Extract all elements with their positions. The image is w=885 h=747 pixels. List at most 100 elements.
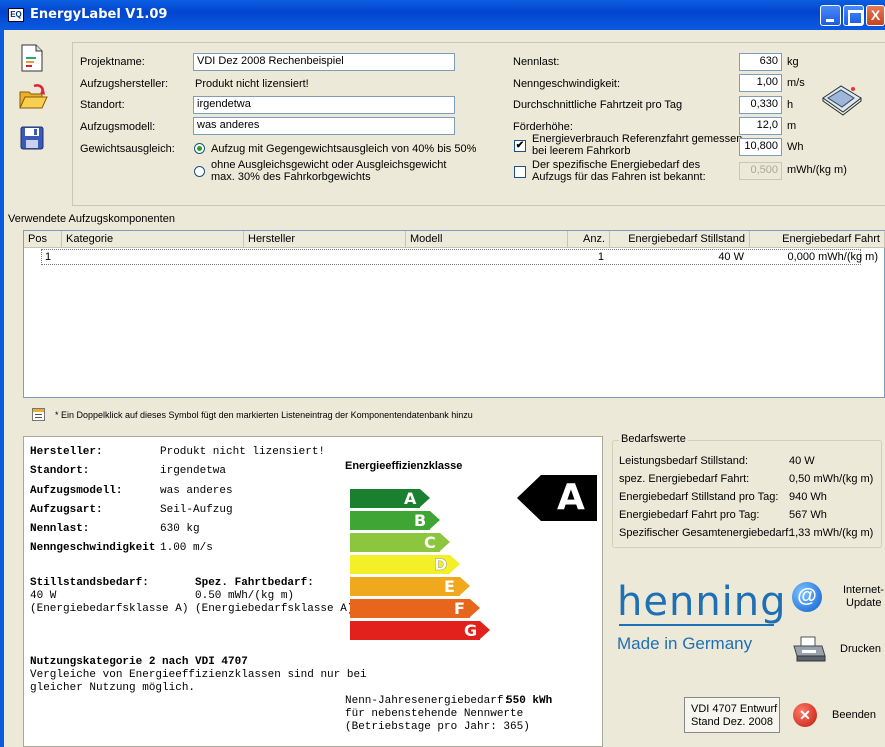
summary-manufacturer-value: Produkt nicht lizensiert! xyxy=(160,446,326,458)
efficiency-class-e-letter: E xyxy=(444,577,455,596)
traveltime-input[interactable]: 0,330 xyxy=(739,96,782,114)
column-hersteller[interactable]: Hersteller xyxy=(244,231,406,248)
specific-energy-checkbox[interactable] xyxy=(514,166,526,178)
efficiency-title: Energieeffizienzklasse xyxy=(345,460,463,472)
summary-travel-class: (Energiebedarfsklasse A) xyxy=(195,603,354,615)
requirement-label: Energiebedarf Stillstand pro Tag: xyxy=(619,491,779,503)
requirement-label: Energiebedarf Fahrt pro Tag: xyxy=(619,509,760,521)
save-disk-icon[interactable] xyxy=(20,126,48,154)
location-input[interactable]: irgendetwa xyxy=(193,96,455,114)
efficiency-rating-arrow: A xyxy=(517,475,597,521)
requirement-label: spez. Energiebedarf Fahrt: xyxy=(619,473,750,485)
model-label: Aufzugsmodell: xyxy=(80,121,156,133)
reference-trip-input[interactable]: 10,800 xyxy=(739,138,782,156)
summary-speed-label: Nenngeschwindigkeit xyxy=(30,542,156,554)
load-input[interactable]: 630 xyxy=(739,53,782,71)
close-button[interactable]: X xyxy=(866,5,885,26)
summary-type-label: Aufzugsart: xyxy=(30,504,103,516)
minimize-button[interactable] xyxy=(820,5,841,26)
requirement-value: 40 W xyxy=(789,455,815,467)
efficiency-class-e-bar: E xyxy=(350,577,470,596)
summary-load-value: 630 kg xyxy=(160,523,200,535)
column-energy-standby[interactable]: Energiebedarf Stillstand xyxy=(610,231,750,248)
reference-trip-unit: Wh xyxy=(787,141,804,153)
window-frame xyxy=(0,30,4,747)
database-add-icon[interactable] xyxy=(32,408,45,421)
height-unit: m xyxy=(787,120,797,132)
specific-energy-label-line2: Aufzugs für das Fahren ist bekannt: xyxy=(532,171,706,183)
vdi-standard-line2: Stand Dez. 2008 xyxy=(691,716,773,728)
henning-logo: henning Made in Germany xyxy=(617,580,786,660)
summary-manufacturer-label: Hersteller: xyxy=(30,446,103,458)
balance-option2-line1: ohne Ausgleichsgewicht oder Ausgleichsge… xyxy=(211,159,447,171)
reference-trip-checkbox[interactable]: ✔ xyxy=(514,140,526,152)
column-modell[interactable]: Modell xyxy=(406,231,568,248)
height-label: Förderhöhe: xyxy=(513,121,573,133)
load-label: Nennlast: xyxy=(513,56,560,68)
summary-type-value: Seil-Aufzug xyxy=(160,504,233,516)
components-list[interactable]: Pos Kategorie Hersteller Modell Anz. Ene… xyxy=(23,230,885,398)
balance-counterweight-radio[interactable] xyxy=(194,143,205,154)
column-pos[interactable]: Pos xyxy=(24,231,62,248)
requirement-value: 567 Wh xyxy=(789,509,827,521)
calculator-icon[interactable] xyxy=(819,82,863,116)
column-energy-travel[interactable]: Energiebedarf Fahrt xyxy=(750,231,885,248)
annual-energy-note1: für nebenstehende Nennwerte xyxy=(345,708,524,720)
usage-category-note-line1: Vergleiche von Energieeffizienzklassen s… xyxy=(30,669,367,681)
efficiency-class-a-bar: A xyxy=(350,489,430,508)
project-name-input[interactable]: VDI Dez 2008 Rechenbeispiel xyxy=(193,53,455,71)
balance-none-radio[interactable] xyxy=(194,166,205,177)
summary-load-label: Nennlast: xyxy=(30,523,90,535)
summary-travel-value: 0.50 mWh/(kg m) xyxy=(195,590,295,602)
height-input[interactable]: 12,0 xyxy=(739,117,782,135)
open-folder-icon[interactable] xyxy=(18,84,48,112)
requirement-label: Spezifischer Gesamtenergiebedarf: xyxy=(619,527,792,539)
efficiency-class-c-bar: C xyxy=(350,533,450,552)
specific-energy-unit: mWh/(kg m) xyxy=(787,164,847,176)
exit-icon: ✕ xyxy=(793,703,817,727)
summary-location-value: irgendetwa xyxy=(160,465,227,477)
new-document-icon[interactable] xyxy=(20,44,48,72)
summary-standby-value: 40 W xyxy=(30,590,57,602)
specific-energy-input[interactable]: 0,500 xyxy=(739,162,782,180)
balance-option1-label: Aufzug mit Gegengewichtsausgleich von 40… xyxy=(211,143,477,155)
row-energy-travel: 0,000 mWh/(kg m) xyxy=(787,251,878,263)
title-bar: EQ EnergyLabel V1.09 X xyxy=(0,0,885,30)
efficiency-class-d-letter: D xyxy=(434,555,448,575)
reference-trip-label-line1: Energieverbrauch Referenzfahrt gemessen xyxy=(532,133,743,145)
traveltime-unit: h xyxy=(787,99,794,111)
requirement-label: Leistungsbedarf Stillstand: xyxy=(619,455,749,467)
exit-label: Beenden xyxy=(832,709,877,721)
globe-at-icon: @ xyxy=(792,582,822,612)
usage-category-title: Nutzungskategorie 2 nach VDI 4707 xyxy=(30,656,248,668)
row-pos: 1 xyxy=(45,251,52,263)
balance-option2-line2: max. 30% des Fahrkorbgewichts xyxy=(211,171,371,183)
speed-unit: m/s xyxy=(787,77,805,89)
speed-input[interactable]: 1,00 xyxy=(739,74,782,92)
window-title: EnergyLabel V1.09 xyxy=(30,7,168,22)
manufacturer-label: Aufzugshersteller: xyxy=(80,78,169,90)
efficiency-rating-letter: A xyxy=(557,477,585,518)
database-hint-text: * Ein Doppelklick auf dieses Symbol fügt… xyxy=(55,410,473,420)
column-anzahl[interactable]: Anz. xyxy=(568,231,610,248)
internet-update-button[interactable]: @ Internet- Update xyxy=(790,580,885,616)
exit-button[interactable]: ✕ Beenden xyxy=(790,700,885,730)
app-icon: EQ xyxy=(8,8,24,22)
location-label: Standort: xyxy=(80,99,125,111)
usage-category-note-line2: gleicher Nutzung möglich. xyxy=(30,682,196,694)
efficiency-class-g-bar: G xyxy=(350,621,490,640)
traveltime-label: Durchschnittliche Fahrtzeit pro Tag xyxy=(513,99,683,111)
annual-energy-note2: (Betriebstage pro Jahr: 365) xyxy=(345,721,530,733)
model-input[interactable]: was anderes xyxy=(193,117,455,135)
printer-icon xyxy=(792,636,826,662)
efficiency-class-f-letter: F xyxy=(454,599,465,618)
requirement-value: 940 Wh xyxy=(789,491,827,503)
summary-model-value: was anderes xyxy=(160,485,233,497)
maximize-button[interactable] xyxy=(843,5,864,26)
efficiency-class-d-bar: D xyxy=(350,555,460,574)
column-kategorie[interactable]: Kategorie xyxy=(62,231,244,248)
requirement-value: 0,50 mWh/(kg m) xyxy=(789,473,874,485)
internet-update-label-line2: Update xyxy=(846,597,882,609)
summary-standby-class: (Energiebedarfsklasse A) xyxy=(30,603,189,615)
print-button[interactable]: Drucken xyxy=(790,632,885,666)
